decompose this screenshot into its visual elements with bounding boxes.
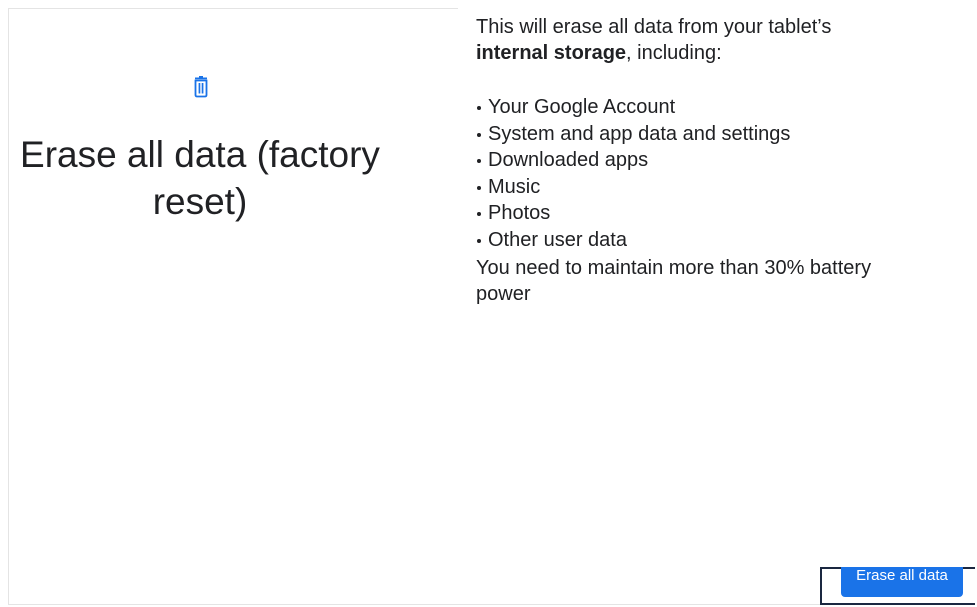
erase-description-suffix: , including:	[626, 42, 722, 64]
trash-icon	[191, 76, 211, 98]
action-area: Erase all data	[820, 567, 977, 605]
list-item: Photos	[476, 200, 946, 227]
header-pane: Erase all data (factory reset)	[9, 9, 389, 604]
list-item: Downloaded apps	[476, 147, 946, 174]
internal-storage-emphasis: internal storage	[476, 42, 627, 64]
erased-items-list: Your Google Account System and app data …	[476, 94, 946, 253]
erase-description: This will erase all data from your table…	[476, 14, 946, 66]
page-title: Erase all data (factory reset)	[20, 134, 380, 222]
list-item: Music	[476, 174, 946, 201]
content-pane: This will erase all data from your table…	[476, 14, 946, 307]
list-item: System and app data and settings	[476, 121, 946, 148]
erase-all-data-button[interactable]: Erase all data	[841, 567, 963, 597]
list-item: Your Google Account	[476, 94, 946, 121]
list-item: Other user data	[476, 227, 946, 254]
battery-note: You need to maintain more than 30% batte…	[476, 257, 872, 305]
frame-divider-bottom	[8, 604, 820, 605]
erase-description-prefix: This will erase all data from your table…	[476, 16, 832, 38]
